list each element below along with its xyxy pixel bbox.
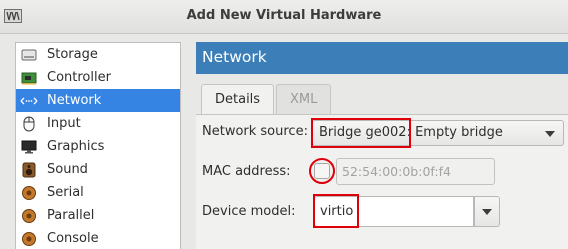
sidebar-item-controller[interactable]: Controller	[16, 66, 180, 89]
tab-xml[interactable]: XML	[276, 84, 332, 115]
sidebar-item-label: Storage	[47, 47, 98, 62]
title-bar: Add New Virtual Hardware	[0, 0, 568, 34]
hardware-type-list[interactable]: Storage Controller Network Input Graphic…	[15, 42, 181, 249]
network-source-select[interactable]: Bridge ge002: Empty bridge	[312, 120, 564, 146]
sidebar-item-label: Serial	[47, 185, 84, 200]
sidebar-item-graphics[interactable]: Graphics	[16, 135, 180, 158]
mac-address-checkbox[interactable]	[314, 163, 330, 179]
sidebar-item-sound[interactable]: Sound	[16, 158, 180, 181]
sidebar-item-network[interactable]: Network	[16, 89, 180, 112]
console-icon	[20, 231, 38, 247]
network-icon	[20, 93, 38, 109]
parallel-port-icon	[20, 208, 38, 224]
network-source-value: Bridge ge002: Empty bridge	[319, 125, 503, 140]
controller-icon	[20, 70, 38, 86]
device-model-dropdown-button[interactable]	[474, 196, 500, 227]
section-header: Network	[196, 42, 568, 74]
tab-details[interactable]: Details	[201, 84, 275, 115]
sidebar-item-label: Console	[47, 231, 99, 246]
sidebar-item-parallel[interactable]: Parallel	[16, 204, 180, 227]
sidebar-item-serial[interactable]: Serial	[16, 181, 180, 204]
serial-port-icon	[20, 185, 38, 201]
page-title: Network	[202, 48, 267, 66]
sidebar-item-storage[interactable]: Storage	[16, 43, 180, 66]
mac-address-field[interactable]	[336, 158, 495, 185]
storage-icon	[20, 47, 38, 63]
speaker-icon	[20, 162, 38, 178]
sidebar-item-input[interactable]: Input	[16, 112, 180, 135]
sidebar-item-label: Network	[47, 93, 102, 108]
chevron-down-icon	[482, 209, 492, 215]
network-source-label: Network source:	[202, 124, 308, 139]
sidebar-item-label: Controller	[47, 70, 111, 85]
sidebar-item-label: Input	[47, 116, 81, 131]
window-title: Add New Virtual Hardware	[186, 8, 382, 23]
chevron-down-icon	[545, 131, 555, 137]
monitor-icon	[20, 139, 38, 155]
sidebar-item-console[interactable]: Console	[16, 227, 180, 249]
device-model-label: Device model:	[202, 204, 296, 219]
mouse-icon	[20, 116, 38, 132]
sidebar-item-label: Graphics	[47, 139, 105, 154]
device-model-field[interactable]	[314, 196, 474, 227]
sidebar-item-label: Parallel	[47, 208, 95, 223]
sidebar-item-label: Sound	[47, 162, 88, 177]
mac-address-label: MAC address:	[202, 164, 291, 179]
